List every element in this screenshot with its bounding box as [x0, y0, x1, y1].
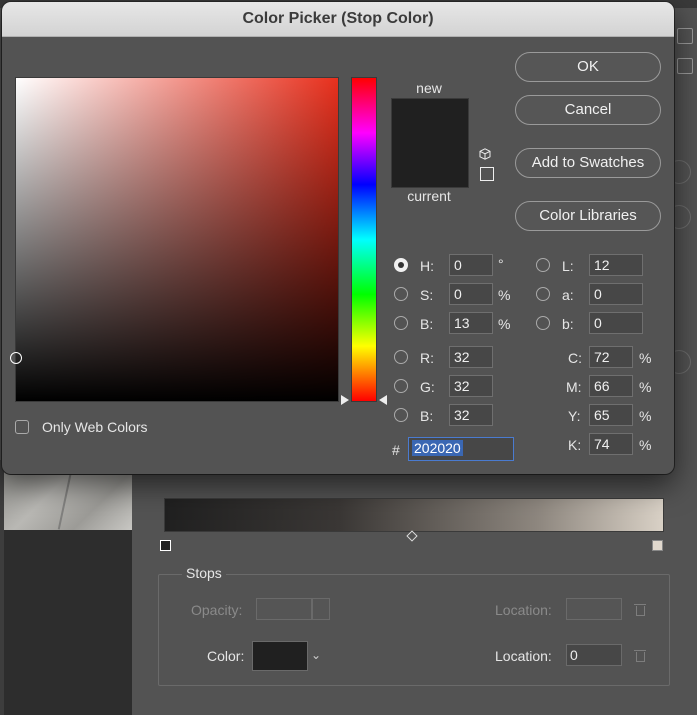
lightness-label: L: — [562, 258, 574, 274]
ok-button[interactable]: OK — [515, 52, 661, 82]
saturation-input[interactable]: 0 — [449, 283, 493, 305]
a-label: a: — [562, 287, 574, 303]
color-libraries-button[interactable]: Color Libraries — [515, 201, 661, 231]
color-picker-dialog: Color Picker (Stop Color) new current OK… — [2, 2, 674, 474]
green-input[interactable]: 32 — [449, 375, 493, 397]
color-preview — [391, 98, 469, 188]
stops-title: Stops — [182, 565, 226, 581]
new-color-swatch — [392, 99, 468, 143]
radio-brightness[interactable] — [394, 316, 408, 330]
color-location-label: Location: — [495, 648, 552, 664]
radio-green[interactable] — [394, 379, 408, 393]
hue-slider-arrow-left[interactable] — [341, 395, 349, 405]
tool-icon[interactable] — [677, 58, 693, 74]
hex-label: # — [392, 442, 400, 458]
stops-group — [158, 574, 670, 686]
hex-input[interactable]: 202020 — [408, 437, 514, 461]
yellow-unit: % — [639, 408, 652, 424]
cyan-label: C: — [568, 350, 582, 366]
field-cursor[interactable] — [10, 352, 22, 364]
stop-color-swatch[interactable] — [252, 641, 308, 671]
color-stop-right[interactable] — [652, 540, 663, 551]
blue-input[interactable]: 32 — [449, 404, 493, 426]
black-input[interactable]: 74 — [589, 433, 633, 455]
hue-input[interactable]: 0 — [449, 254, 493, 276]
yellow-label: Y: — [568, 408, 581, 424]
delete-opacity-stop-icon — [634, 602, 646, 616]
current-color-swatch[interactable] — [392, 143, 468, 187]
a-input[interactable]: 0 — [589, 283, 643, 305]
only-web-colors-label[interactable]: Only Web Colors — [42, 419, 148, 435]
dialog-title: Color Picker (Stop Color) — [2, 2, 674, 37]
black-label: K: — [568, 437, 582, 453]
yellow-input[interactable]: 65 — [589, 404, 633, 426]
hue-unit: ° — [498, 256, 504, 272]
magenta-label: M: — [566, 379, 582, 395]
blue-label: B: — [420, 408, 434, 424]
opacity-location-field — [566, 598, 622, 620]
radio-hue[interactable] — [394, 258, 408, 272]
radio-saturation[interactable] — [394, 287, 408, 301]
chevron-down-icon[interactable]: ⌄ — [311, 648, 321, 662]
new-color-label: new — [416, 80, 442, 96]
current-color-label: current — [407, 188, 451, 204]
midpoint-diamond[interactable] — [406, 530, 418, 542]
lightness-input[interactable]: 12 — [589, 254, 643, 276]
hex-input-value[interactable]: 202020 — [412, 440, 463, 456]
opacity-dropdown — [312, 598, 330, 620]
cube-icon[interactable] — [479, 148, 491, 160]
radio-red[interactable] — [394, 350, 408, 364]
black-unit: % — [639, 437, 652, 453]
only-web-colors-checkbox[interactable] — [15, 420, 29, 434]
brightness-label: B: — [420, 316, 434, 332]
saturation-brightness-field[interactable] — [15, 77, 339, 402]
delete-color-stop-icon[interactable] — [634, 648, 646, 662]
canvas-dark-area — [4, 530, 132, 715]
web-safe-swatch-icon[interactable] — [480, 167, 494, 181]
cancel-button[interactable]: Cancel — [515, 95, 661, 125]
magenta-input[interactable]: 66 — [589, 375, 633, 397]
color-label: Color: — [207, 648, 245, 664]
b-lab-input[interactable]: 0 — [589, 312, 643, 334]
color-stop-left[interactable] — [160, 540, 171, 551]
opacity-field — [256, 598, 312, 620]
magenta-unit: % — [639, 379, 652, 395]
brightness-unit: % — [498, 316, 511, 332]
right-toolbar — [673, 8, 697, 468]
gradient-preview-bar[interactable] — [164, 498, 664, 532]
color-location-field[interactable]: 0 — [566, 644, 622, 666]
saturation-unit: % — [498, 287, 511, 303]
radio-b-lab[interactable] — [536, 316, 550, 330]
cyan-unit: % — [639, 350, 652, 366]
green-label: G: — [420, 379, 435, 395]
add-to-swatches-button[interactable]: Add to Swatches — [515, 148, 661, 178]
cyan-input[interactable]: 72 — [589, 346, 633, 368]
radio-lightness[interactable] — [536, 258, 550, 272]
brightness-input[interactable]: 13 — [449, 312, 493, 334]
tool-icon[interactable] — [677, 28, 693, 44]
opacity-label: Opacity: — [191, 602, 243, 618]
hue-slider-arrow-right[interactable] — [379, 395, 387, 405]
opacity-location-label: Location: — [495, 602, 552, 618]
red-input[interactable]: 32 — [449, 346, 493, 368]
red-label: R: — [420, 350, 434, 366]
hue-label: H: — [420, 258, 434, 274]
radio-blue[interactable] — [394, 408, 408, 422]
hue-slider[interactable] — [351, 77, 377, 402]
radio-a[interactable] — [536, 287, 550, 301]
b-lab-label: b: — [562, 316, 574, 332]
saturation-label: S: — [420, 287, 434, 303]
